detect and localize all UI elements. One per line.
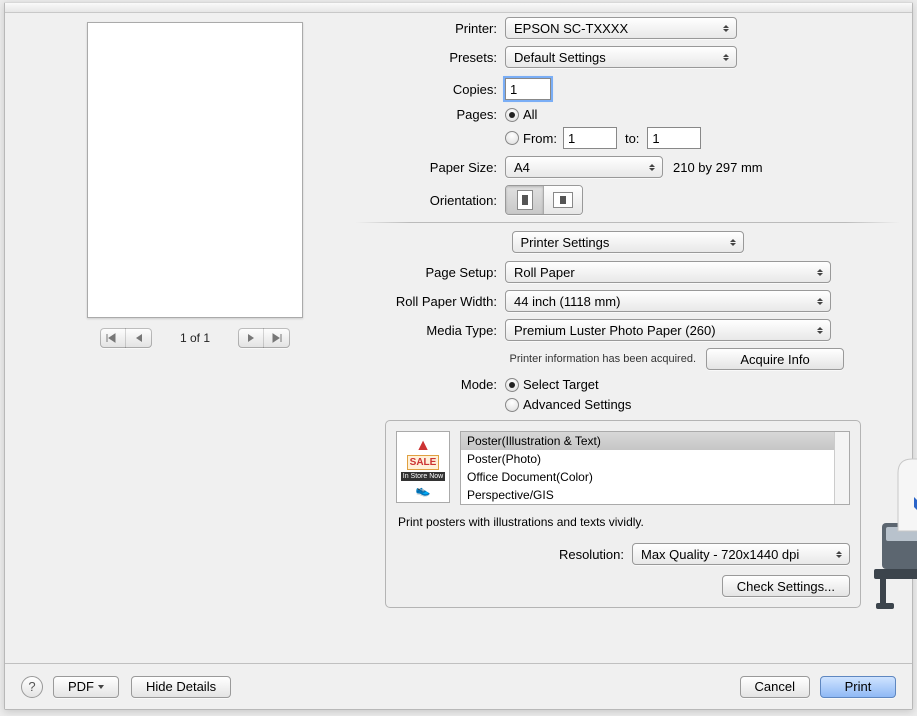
- print-button[interactable]: Print: [820, 676, 896, 698]
- preview-nav-fwd-group: [238, 328, 290, 348]
- list-item[interactable]: Perspective/GIS: [461, 486, 849, 504]
- list-item[interactable]: Poster(Photo): [461, 450, 849, 468]
- page-setup-label: Page Setup:: [355, 265, 505, 280]
- copies-field[interactable]: [505, 78, 551, 100]
- pages-from-field[interactable]: [563, 127, 617, 149]
- go-prev-icon: [134, 333, 144, 343]
- roll-width-label: Roll Paper Width:: [355, 294, 505, 309]
- copies-label: Copies:: [355, 82, 505, 97]
- hide-details-button[interactable]: Hide Details: [131, 676, 231, 698]
- check-settings-button[interactable]: Check Settings...: [722, 575, 850, 597]
- mode-label: Mode:: [355, 377, 505, 392]
- help-icon: ?: [28, 679, 35, 694]
- page-setup-select[interactable]: Roll Paper: [505, 261, 831, 283]
- page-preview: [87, 22, 303, 318]
- presets-label: Presets:: [355, 50, 505, 65]
- go-first-button[interactable]: [100, 328, 126, 348]
- go-last-button[interactable]: [264, 328, 290, 348]
- media-type-value: Premium Luster Photo Paper (260): [514, 323, 716, 338]
- go-last-icon: [271, 333, 283, 343]
- help-button[interactable]: ?: [21, 676, 43, 698]
- paper-size-value: A4: [514, 160, 530, 175]
- resolution-value: Max Quality - 720x1440 dpi: [641, 547, 799, 562]
- chevron-updown-icon: [721, 51, 731, 63]
- pages-to-field[interactable]: [647, 127, 701, 149]
- dialog-footer: ? PDF Hide Details Cancel Print: [5, 663, 912, 709]
- pages-from-label: From:: [523, 131, 557, 146]
- presets-select[interactable]: Default Settings: [505, 46, 737, 68]
- chevron-updown-icon: [647, 161, 657, 173]
- list-item[interactable]: Office Document(Color): [461, 468, 849, 486]
- roll-width-select[interactable]: 44 inch (1118 mm): [505, 290, 831, 312]
- orientation-segmented: [505, 185, 583, 215]
- list-scrollbar[interactable]: [834, 432, 849, 504]
- page-indicator: 1 of 1: [180, 331, 210, 345]
- printer-info-msg: Printer information has been acquired.: [510, 353, 697, 365]
- page-setup-value: Roll Paper: [514, 265, 575, 280]
- go-prev-button[interactable]: [126, 328, 152, 348]
- printer-value: EPSON SC-TXXXX: [514, 21, 628, 36]
- resolution-select[interactable]: Max Quality - 720x1440 dpi: [632, 543, 850, 565]
- paper-size-select[interactable]: A4: [505, 156, 663, 178]
- preview-nav-back-group: [100, 328, 152, 348]
- divider: [355, 222, 900, 223]
- target-thumbnail: ▲ SALE In Store Now 👟: [396, 431, 450, 503]
- portrait-icon: [517, 190, 533, 210]
- cancel-button[interactable]: Cancel: [740, 676, 810, 698]
- landscape-icon: [553, 192, 573, 208]
- orientation-label: Orientation:: [355, 193, 505, 208]
- sale-badge: SALE: [407, 455, 440, 470]
- go-first-icon: [106, 333, 118, 343]
- printer-select[interactable]: EPSON SC-TXXXX: [505, 17, 737, 39]
- go-next-icon: [246, 333, 256, 343]
- mode-select-target-label: Select Target: [523, 377, 599, 392]
- chevron-updown-icon: [834, 548, 844, 560]
- section-value: Printer Settings: [521, 235, 610, 250]
- printer-label: Printer:: [355, 21, 505, 36]
- paper-dims-text: 210 by 297 mm: [673, 160, 763, 175]
- presets-value: Default Settings: [514, 50, 606, 65]
- printer-icon: A: [864, 453, 917, 613]
- roll-width-value: 44 inch (1118 mm): [514, 294, 620, 309]
- pages-label: Pages:: [355, 107, 505, 122]
- chevron-updown-icon: [721, 22, 731, 34]
- pages-range-radio[interactable]: [505, 131, 519, 145]
- acquire-info-button[interactable]: Acquire Info: [706, 348, 844, 370]
- target-settings-box: ▲ SALE In Store Now 👟 Poster(Illustratio…: [385, 420, 861, 608]
- pages-all-label: All: [523, 107, 537, 122]
- mode-select-target-radio[interactable]: [505, 378, 519, 392]
- go-next-button[interactable]: [238, 328, 264, 348]
- dialog-titlebar: [5, 3, 912, 13]
- mode-advanced-radio[interactable]: [505, 398, 519, 412]
- target-list[interactable]: Poster(Illustration & Text) Poster(Photo…: [460, 431, 850, 505]
- resolution-label: Resolution:: [559, 547, 624, 562]
- pages-to-label: to:: [625, 131, 639, 146]
- orientation-landscape-button[interactable]: [544, 186, 582, 214]
- chevron-updown-icon: [815, 295, 825, 307]
- chevron-updown-icon: [815, 266, 825, 278]
- chevron-updown-icon: [815, 324, 825, 336]
- section-select[interactable]: Printer Settings: [512, 231, 744, 253]
- list-item[interactable]: Poster(Illustration & Text): [461, 432, 849, 450]
- chevron-updown-icon: [728, 236, 738, 248]
- instore-badge: In Store Now: [401, 472, 445, 481]
- mode-advanced-label: Advanced Settings: [523, 397, 631, 412]
- target-description: Print posters with illustrations and tex…: [398, 515, 848, 529]
- paper-size-label: Paper Size:: [355, 160, 505, 175]
- pdf-menu-button[interactable]: PDF: [53, 676, 119, 698]
- chevron-down-icon: [98, 685, 104, 689]
- printer-illustration: A: [864, 453, 917, 613]
- media-type-select[interactable]: Premium Luster Photo Paper (260): [505, 319, 831, 341]
- print-dialog: 1 of 1 Printer: EPSON SC-TXXXX: [4, 2, 913, 710]
- media-type-label: Media Type:: [355, 323, 505, 338]
- preview-panel: 1 of 1: [75, 13, 315, 348]
- orientation-portrait-button[interactable]: [506, 186, 544, 214]
- pages-all-radio[interactable]: [505, 108, 519, 122]
